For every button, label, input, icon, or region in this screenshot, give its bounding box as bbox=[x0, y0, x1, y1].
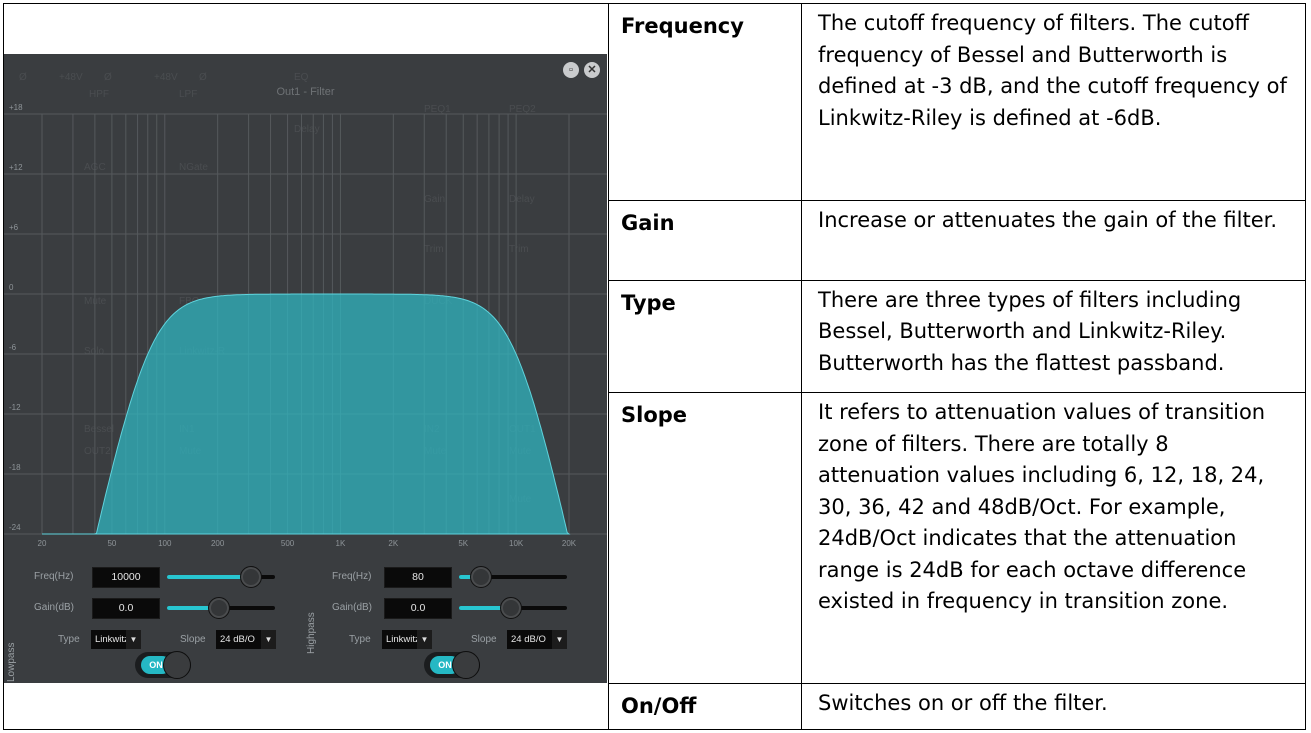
chevron-down-icon: ▼ bbox=[261, 630, 276, 649]
y-tick-label: +12 bbox=[9, 163, 23, 172]
lowpass-gain-label: Gain(dB) bbox=[34, 602, 75, 613]
desc-gain: Increase or attenuates the gain of the f… bbox=[801, 200, 1306, 281]
slider-knob[interactable] bbox=[207, 597, 230, 619]
lowpass-freq-slider[interactable] bbox=[167, 566, 275, 588]
highpass-slope-value: 24 dB/O bbox=[511, 634, 546, 645]
term-type: Type bbox=[608, 279, 802, 394]
term-gain: Gain bbox=[608, 200, 802, 281]
ghost-label: Ø bbox=[19, 72, 27, 83]
y-tick-label: +6 bbox=[9, 223, 19, 232]
slider-knob[interactable] bbox=[240, 566, 263, 588]
lowpass-freq-label: Freq(Hz) bbox=[34, 571, 74, 582]
highpass-gain-slider[interactable] bbox=[459, 597, 567, 619]
filter-window: Ø +48V Ø +48V Ø EQ HPF LPF PEQ1 PEQ2 Delay Gain Dela… bbox=[4, 54, 607, 683]
highpass-slope-label: Slope bbox=[471, 634, 497, 645]
highpass-slope-select[interactable]: 24 dB/O ▼ bbox=[507, 630, 567, 649]
lowpass-slope-value: 24 dB/O bbox=[220, 634, 255, 645]
highpass-freq-input[interactable]: 80 bbox=[384, 567, 452, 588]
x-tick-label: 20K bbox=[562, 539, 577, 548]
slider-fill bbox=[167, 575, 252, 579]
lowpass-section-label: Lowpass bbox=[6, 642, 17, 682]
y-tick-label: -24 bbox=[9, 523, 21, 532]
term-on-off: On/Off bbox=[608, 682, 802, 731]
lowpass-on-toggle[interactable]: ON bbox=[135, 651, 191, 679]
highpass-gain-label: Gain(dB) bbox=[332, 602, 373, 613]
highpass-section-label: Highpass bbox=[306, 612, 317, 654]
ghost-label: +48V bbox=[154, 72, 178, 83]
desc-frequency: The cutoff frequency of filters. The cut… bbox=[801, 2, 1306, 202]
spec-table: Ø +48V Ø +48V Ø EQ HPF LPF PEQ1 PEQ2 Delay Gain Dela… bbox=[3, 2, 1306, 731]
term-frequency: Frequency bbox=[608, 2, 802, 202]
y-tick-label: -12 bbox=[9, 403, 21, 412]
lowpass-freq-input[interactable]: 10000 bbox=[92, 567, 160, 588]
x-tick-label: 10K bbox=[509, 539, 524, 548]
highpass-freq-slider[interactable] bbox=[459, 566, 567, 588]
screenshot-cell: Ø +48V Ø +48V Ø EQ HPF LPF PEQ1 PEQ2 Delay Gain Dela… bbox=[3, 3, 609, 730]
lowpass-slope-select[interactable]: 24 dB/O ▼ bbox=[216, 630, 276, 649]
highpass-type-label: Type bbox=[349, 634, 371, 645]
chevron-down-icon: ▼ bbox=[126, 630, 141, 649]
ghost-label: +48V bbox=[59, 72, 83, 83]
lowpass-gain-slider[interactable] bbox=[167, 597, 275, 619]
lowpass-slope-label: Slope bbox=[180, 634, 206, 645]
desc-on-off: Switches on or off the filter. bbox=[801, 682, 1306, 731]
slider-knob[interactable] bbox=[499, 597, 522, 619]
x-tick-label: 500 bbox=[281, 539, 295, 548]
desc-type: There are three types of filters includi… bbox=[801, 279, 1306, 394]
highpass-type-select[interactable]: Linkwitz- ▼ bbox=[382, 630, 432, 649]
y-tick-label: 0 bbox=[9, 283, 14, 292]
window-title: Out1 - Filter bbox=[276, 86, 335, 98]
chevron-down-icon: ▼ bbox=[552, 630, 567, 649]
x-tick-label: 50 bbox=[107, 539, 116, 548]
highpass-on-toggle[interactable]: ON bbox=[424, 651, 480, 679]
y-tick-label: +18 bbox=[9, 104, 23, 112]
toggle-knob bbox=[452, 651, 480, 679]
slider-knob[interactable] bbox=[469, 566, 492, 588]
toggle-knob bbox=[163, 651, 191, 679]
ghost-label: Ø bbox=[199, 72, 207, 83]
frequency-response-graph: +18 +12 +6 0 -6 -12 -18 -24 20 50 100 200 500 1K 2K 5K 1… bbox=[4, 104, 607, 548]
highpass-freq-label: Freq(Hz) bbox=[332, 571, 372, 582]
ghost-label: Ø bbox=[104, 72, 112, 83]
y-tick-label: -6 bbox=[9, 343, 17, 352]
term-slope: Slope bbox=[608, 392, 802, 684]
x-tick-label: 200 bbox=[211, 539, 225, 548]
close-icon[interactable]: ✕ bbox=[584, 62, 600, 78]
x-tick-label: 5K bbox=[458, 539, 468, 548]
chevron-down-icon: ▼ bbox=[417, 630, 432, 649]
minimize-icon[interactable]: ▫ bbox=[563, 62, 579, 78]
highpass-gain-input[interactable]: 0.0 bbox=[384, 598, 452, 619]
x-tick-label: 100 bbox=[158, 539, 172, 548]
desc-slope: It refers to attenuation values of trans… bbox=[801, 392, 1306, 684]
x-tick-label: 20 bbox=[38, 539, 47, 548]
x-tick-label: 2K bbox=[388, 539, 398, 548]
lowpass-type-label: Type bbox=[58, 634, 80, 645]
ghost-label: EQ bbox=[294, 72, 309, 83]
y-tick-label: -18 bbox=[9, 463, 21, 472]
lowpass-type-select[interactable]: Linkwitz- ▼ bbox=[91, 630, 141, 649]
x-tick-label: 1K bbox=[336, 539, 346, 548]
lowpass-gain-input[interactable]: 0.0 bbox=[92, 598, 160, 619]
